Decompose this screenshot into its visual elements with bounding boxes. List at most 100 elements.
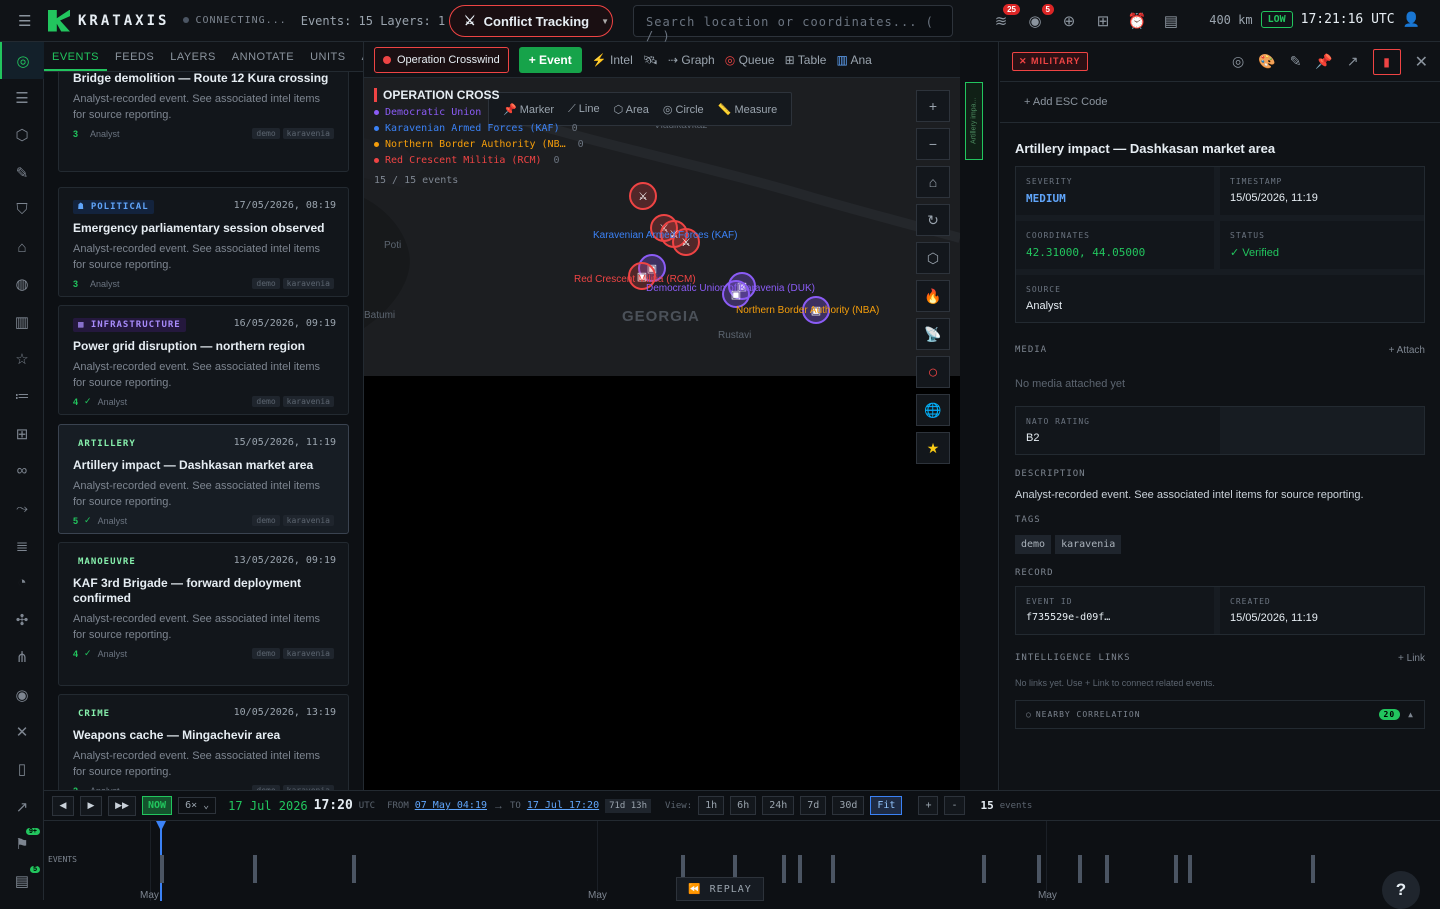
timeline-event-tick[interactable] xyxy=(160,855,164,883)
conflict-tracking-button[interactable]: ⚔ Conflict Tracking ▼ xyxy=(449,5,613,37)
tag[interactable]: demo xyxy=(252,648,280,659)
grid-icon[interactable]: ⊞ xyxy=(0,415,44,452)
stack-icon[interactable]: ≣ xyxy=(0,527,44,564)
active-event-tab[interactable]: Artillery impa... xyxy=(965,82,983,160)
view-1h-button[interactable]: 1h xyxy=(698,796,725,815)
coordinates-value[interactable]: 42.31000, 44.05000 xyxy=(1026,246,1204,259)
now-button[interactable]: NOW xyxy=(142,796,173,815)
tag[interactable]: demo xyxy=(252,396,280,407)
legend-item[interactable]: Democratic Union xyxy=(374,107,494,118)
view-6h-button[interactable]: 6h xyxy=(730,796,757,815)
shield-icon[interactable]: ⛉ xyxy=(0,191,44,228)
queue-button[interactable]: ◎ Queue xyxy=(725,53,775,67)
view-7d-button[interactable]: 7d xyxy=(800,796,827,815)
add-esc-code-button[interactable]: + Add ESC Code xyxy=(1000,82,1440,123)
tag[interactable]: demo xyxy=(1015,535,1052,554)
star-icon[interactable]: ☆ xyxy=(0,340,44,377)
event-card[interactable]: MANOEUVRE 13/05/2026, 09:19 KAF 3rd Briga… xyxy=(58,542,349,686)
timeline-event-tick[interactable] xyxy=(351,855,356,883)
flag-icon[interactable]: ⚑ 9+ xyxy=(0,825,44,862)
event-id-value[interactable]: f735529e-d09f… xyxy=(1026,612,1204,623)
event-card[interactable]: Bridge demolition — Route 12 Kura crossi… xyxy=(58,72,349,172)
timeline-event-tick[interactable] xyxy=(1187,855,1192,883)
tag[interactable]: karavenia xyxy=(282,515,334,526)
legend-item[interactable]: Northern Border Authority (NB… 0 xyxy=(374,139,584,150)
area-tool[interactable]: ⬡ Area xyxy=(614,103,649,116)
tag[interactable]: karavenia xyxy=(1055,535,1122,554)
home-button[interactable]: ⌂ xyxy=(916,166,950,198)
satellite-button[interactable]: 🛰 xyxy=(643,53,658,67)
event-card[interactable]: ARTILLERY 15/05/2026, 11:19 Artillery imp… xyxy=(58,424,349,534)
tab-units[interactable]: UNITS xyxy=(302,42,354,71)
nodes-icon[interactable]: ⋔ xyxy=(0,639,44,676)
timeline-zoom-out-button[interactable]: - xyxy=(944,796,965,815)
legend-item[interactable]: Karavenian Armed Forces (KAF) 0 xyxy=(374,123,578,134)
analysis-button[interactable]: ▥ Ana xyxy=(836,53,871,67)
radar-icon[interactable]: ◍ xyxy=(0,266,44,303)
plus-circle-icon[interactable]: ⊕ xyxy=(1058,10,1080,32)
event-card[interactable]: CRIME 10/05/2026, 13:19 Weapons cache — M… xyxy=(58,694,349,790)
eye-icon[interactable]: ◉ 5 xyxy=(1024,4,1054,32)
report-icon[interactable]: ▤ 5 xyxy=(0,863,44,900)
fast-forward-button[interactable]: ▶▶ xyxy=(108,795,136,816)
alarm-icon[interactable]: ⏰ xyxy=(1126,10,1148,32)
add-event-button[interactable]: + Event xyxy=(518,46,582,73)
timeline-event-tick[interactable] xyxy=(253,855,258,883)
tag[interactable]: karavenia xyxy=(282,396,334,407)
operation-button[interactable]: Operation Crosswind xyxy=(374,46,509,73)
add-link-button[interactable]: + Link xyxy=(1398,653,1425,664)
view-fit-button[interactable]: Fit xyxy=(870,796,903,815)
speed-select[interactable]: 6× ⌄ xyxy=(178,797,217,814)
marker-tool[interactable]: 📌 Marker xyxy=(503,103,554,116)
timeline-event-tick[interactable] xyxy=(1105,855,1110,883)
zoom-out-button[interactable]: − xyxy=(916,128,950,160)
timeline-zoom-in-button[interactable]: + xyxy=(918,796,939,815)
map-marker[interactable]: ⚔ xyxy=(629,182,657,210)
play-button[interactable]: ▶ xyxy=(80,795,102,816)
event-card[interactable]: ▦ INFRASTRUCTURE 16/05/2026, 09:19 Power … xyxy=(58,305,349,415)
event-card[interactable]: ☗ POLITICAL 17/05/2026, 08:19 Emergency p… xyxy=(58,187,349,297)
route-icon[interactable]: ⤳ xyxy=(0,490,44,527)
ring-button[interactable]: ○ xyxy=(916,356,950,388)
document-icon[interactable]: ▤ xyxy=(1160,10,1182,32)
tab-layers[interactable]: LAYERS xyxy=(162,42,224,71)
tab-actor[interactable]: ACTOR xyxy=(354,42,363,71)
rotate-button[interactable]: ↻ xyxy=(916,204,950,236)
tab-feeds[interactable]: FEEDS xyxy=(107,42,162,71)
network-icon[interactable]: ⊞ xyxy=(1092,10,1114,32)
timeline-event-tick[interactable] xyxy=(982,855,986,883)
target-icon[interactable]: ◎ xyxy=(0,42,44,80)
gauge-icon[interactable]: ◔ xyxy=(0,564,44,601)
drone-icon[interactable]: ✣ xyxy=(0,601,44,638)
satellite-dish-button[interactable]: 📡 xyxy=(916,318,950,350)
nearby-correlation[interactable]: ○ NEARBY CORRELATION 20 ▲ xyxy=(1015,700,1425,729)
heatmap-button[interactable]: 🔥 xyxy=(916,280,950,312)
tab-events[interactable]: EVENTS xyxy=(44,42,108,71)
tab-annotate[interactable]: ANNOTATE xyxy=(224,42,302,71)
checklist-icon[interactable]: ≔ xyxy=(0,378,44,415)
timeline-event-tick[interactable] xyxy=(1310,855,1315,883)
cross-icon[interactable]: ✕ xyxy=(0,713,44,750)
pin-icon[interactable]: 📌 xyxy=(1315,53,1332,70)
timeline-event-tick[interactable] xyxy=(831,855,836,883)
measure-tool[interactable]: 📏 Measure xyxy=(718,103,778,116)
timeline-event-tick[interactable] xyxy=(1036,855,1041,883)
timeline-event-tick[interactable] xyxy=(1173,855,1178,883)
attach-button[interactable]: + Attach xyxy=(1389,345,1425,356)
globe-button[interactable]: 🌐 xyxy=(916,394,950,426)
tag[interactable]: karavenia xyxy=(282,128,334,139)
user-icon[interactable]: 👤 xyxy=(1403,11,1420,28)
legend-item[interactable]: Red Crescent Militia (RCM) 0 xyxy=(374,155,560,166)
step-back-button[interactable]: ◀ xyxy=(52,795,74,816)
timeline-event-tick[interactable] xyxy=(781,855,786,883)
expand-icon[interactable]: ↗ xyxy=(1347,53,1359,70)
pen-icon[interactable]: ✎ xyxy=(1290,53,1302,70)
link-icon[interactable]: ∞ xyxy=(0,452,44,489)
favorites-button[interactable]: ★ xyxy=(916,432,950,464)
bar-chart-icon[interactable]: ▥ xyxy=(0,303,44,340)
graph-button[interactable]: ⇢ Graph xyxy=(668,53,715,67)
hexagon-button[interactable]: ⬡ xyxy=(916,242,950,274)
record-icon[interactable]: ◉ xyxy=(0,676,44,713)
target-color-icon[interactable]: ◎ xyxy=(1232,53,1244,70)
list-icon[interactable]: ☰ xyxy=(0,79,44,116)
